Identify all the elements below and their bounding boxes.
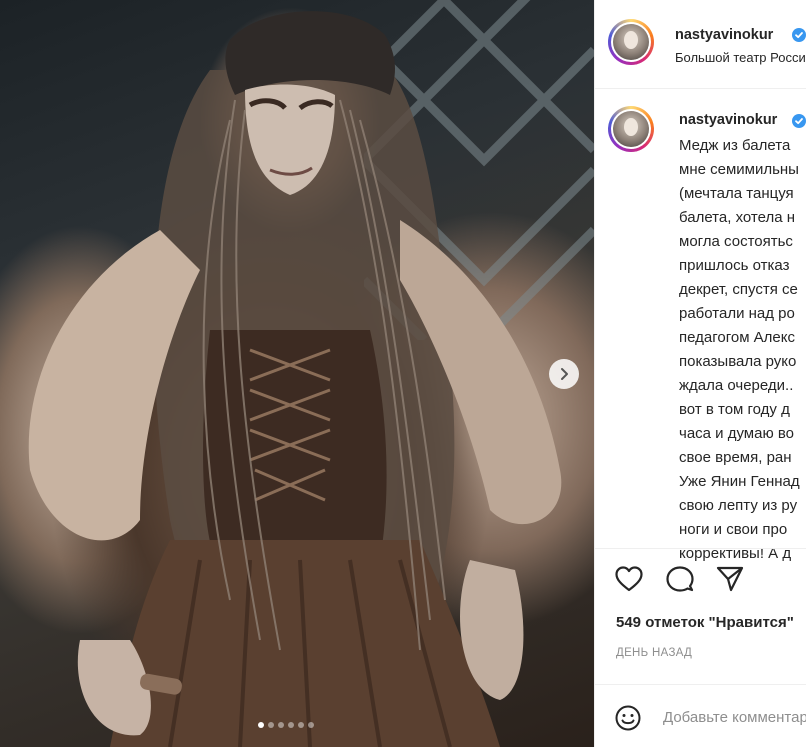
carousel-dot [308,722,314,728]
caption-line: свою лепту из ру [679,497,798,514]
carousel-dot [288,722,294,728]
performer-figure [28,11,562,747]
post-sidebar: nastyavinokur Большой театр России nasty… [594,0,806,747]
avatar-photo [613,24,649,60]
comment-icon [666,566,694,592]
avatar[interactable] [608,19,654,65]
caption-line: работали над ро [679,305,795,322]
carousel-dot [268,722,274,728]
like-button[interactable] [614,564,644,594]
caption-line: могла состоятьс [679,233,793,250]
carousel-dot [278,722,284,728]
paper-plane-icon [716,566,744,592]
chevron-right-icon [561,368,568,380]
post-header: nastyavinokur Большой театр России [595,0,806,89]
likes-count[interactable]: 549 отметок "Нравится" [616,614,794,631]
caption-line: пришлось отказ [679,257,790,274]
location-link[interactable]: Большой театр России [675,50,806,65]
carousel-dot [258,722,264,728]
comment-button[interactable] [665,564,695,594]
smiley-icon [615,705,641,731]
action-bar [595,548,806,609]
caption-avatar[interactable] [608,106,654,152]
post-timestamp[interactable]: ДЕНЬ НАЗАД [616,647,692,659]
caption-line: педагогом Алекс [679,329,796,346]
caption-line: показывала руко [679,353,797,370]
heart-icon [615,566,643,592]
share-button[interactable] [715,564,745,594]
caption-line: Медж из балета [679,137,791,154]
avatar-photo [613,111,649,147]
caption-line: балета, хотела н [679,209,796,226]
header-username[interactable]: nastyavinokur [675,27,773,43]
post-photo[interactable] [0,0,594,747]
caption-text: Медж из балета мне семимильны (мечтала т… [679,134,806,566]
caption-line: мне семимильны [679,161,799,178]
caption-line: вот в том году д [679,401,790,418]
carousel-indicator [258,722,314,728]
emoji-button[interactable] [614,704,642,732]
verified-badge-icon [792,28,806,42]
caption-line: (мечтала танцуя [679,185,794,202]
caption-line: Уже Янин Геннад [679,473,800,490]
caption-line: декрет, спустя се [679,281,798,298]
caption-line: часа и думаю во [679,425,795,442]
caption-username[interactable]: nastyavinokur [679,112,777,128]
verified-badge-icon [792,114,806,128]
caption-line: свое время, ран [679,449,792,466]
caption-line: ждала очереди.. [679,377,794,394]
comment-input[interactable] [663,705,806,729]
caption-line: ноги и свои про [679,521,788,538]
carousel-dot [298,722,304,728]
next-slide-button[interactable] [549,359,579,389]
comment-bar [595,684,806,747]
